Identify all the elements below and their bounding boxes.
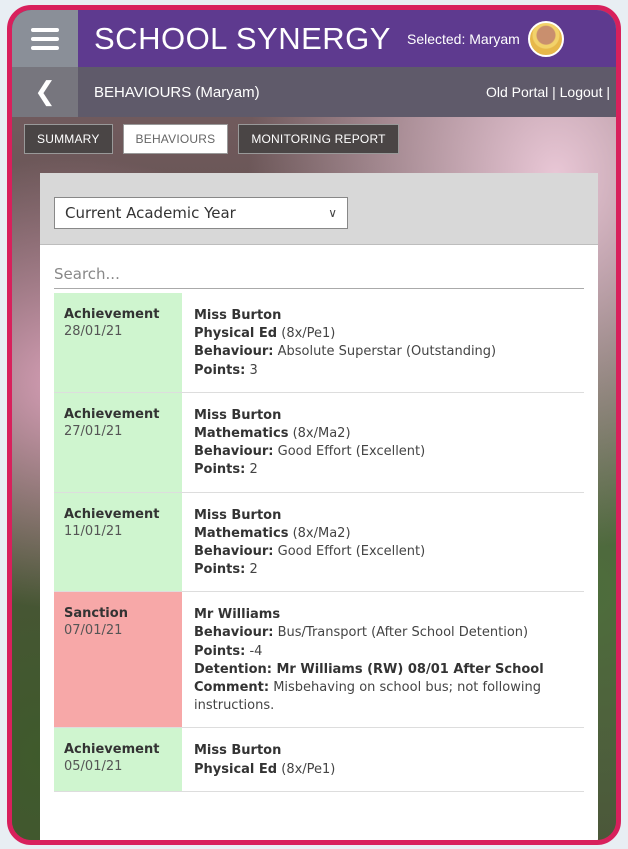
record-details: Mr Williams Behaviour: Bus/Transport (Af… [194, 607, 544, 714]
app-frame: SCHOOL SYNERGY Selected: Maryam ❮ BEHAVI… [7, 5, 621, 845]
menu-button[interactable] [12, 10, 78, 67]
tab-behaviours[interactable]: BEHAVIOURS [122, 124, 229, 154]
list-item[interactable]: Achievement 11/01/21 Miss Burton Mathema… [54, 492, 584, 593]
search-input[interactable] [54, 264, 584, 283]
portal-links[interactable]: Old Portal | Logout | [486, 84, 610, 100]
list-item[interactable]: Achievement 28/01/21 Miss Burton Physica… [54, 293, 584, 393]
list-item[interactable]: Sanction 07/01/21 Mr Williams Behaviour:… [54, 592, 584, 729]
record-details: Miss Burton Physical Ed (8x/Pe1) [194, 743, 336, 777]
back-button[interactable]: ❮ [12, 67, 78, 117]
record-type-cell: Achievement 11/01/21 [54, 492, 182, 592]
chevron-down-icon: ∨ [328, 206, 337, 220]
list-item[interactable]: Achievement 05/01/21 Miss Burton Physica… [54, 728, 584, 792]
record-type-cell: Sanction 07/01/21 [54, 592, 182, 728]
record-type-cell: Achievement 05/01/21 [54, 728, 182, 791]
tab-summary[interactable]: SUMMARY [24, 124, 113, 154]
top-bar: SCHOOL SYNERGY Selected: Maryam [12, 10, 616, 67]
list-item[interactable]: Achievement 27/01/21 Miss Burton Mathema… [54, 392, 584, 493]
tab-bar: SUMMARY BEHAVIOURS MONITORING REPORT [24, 124, 399, 154]
record-details: Miss Burton Mathematics (8x/Ma2) Behavio… [194, 407, 426, 478]
search-field [54, 259, 584, 289]
record-details: Miss Burton Physical Ed (8x/Pe1) Behavio… [194, 308, 497, 378]
record-type-cell: Achievement 28/01/21 [54, 293, 182, 392]
chevron-left-icon: ❮ [34, 77, 56, 107]
avatar[interactable] [527, 20, 564, 57]
selected-student[interactable]: Selected: Maryam [407, 31, 520, 47]
brand-logo-text: SCHOOL SYNERGY [94, 20, 391, 56]
record-type-cell: Achievement 27/01/21 [54, 392, 182, 492]
behaviours-panel: Current Academic Year ∨ Achievement 28/0… [40, 173, 598, 840]
academic-year-select[interactable]: Current Academic Year ∨ [54, 197, 348, 229]
academic-year-value: Current Academic Year [65, 204, 236, 222]
tab-monitoring-report[interactable]: MONITORING REPORT [238, 124, 399, 154]
filter-area: Current Academic Year ∨ [40, 173, 598, 245]
record-details: Miss Burton Mathematics (8x/Ma2) Behavio… [194, 507, 426, 578]
page-title: BEHAVIOURS (Maryam) [94, 83, 260, 101]
behaviour-records: Achievement 28/01/21 Miss Burton Physica… [54, 293, 584, 792]
sub-header: ❮ BEHAVIOURS (Maryam) Old Portal | Logou… [12, 67, 616, 117]
hamburger-menu-icon [31, 27, 59, 32]
